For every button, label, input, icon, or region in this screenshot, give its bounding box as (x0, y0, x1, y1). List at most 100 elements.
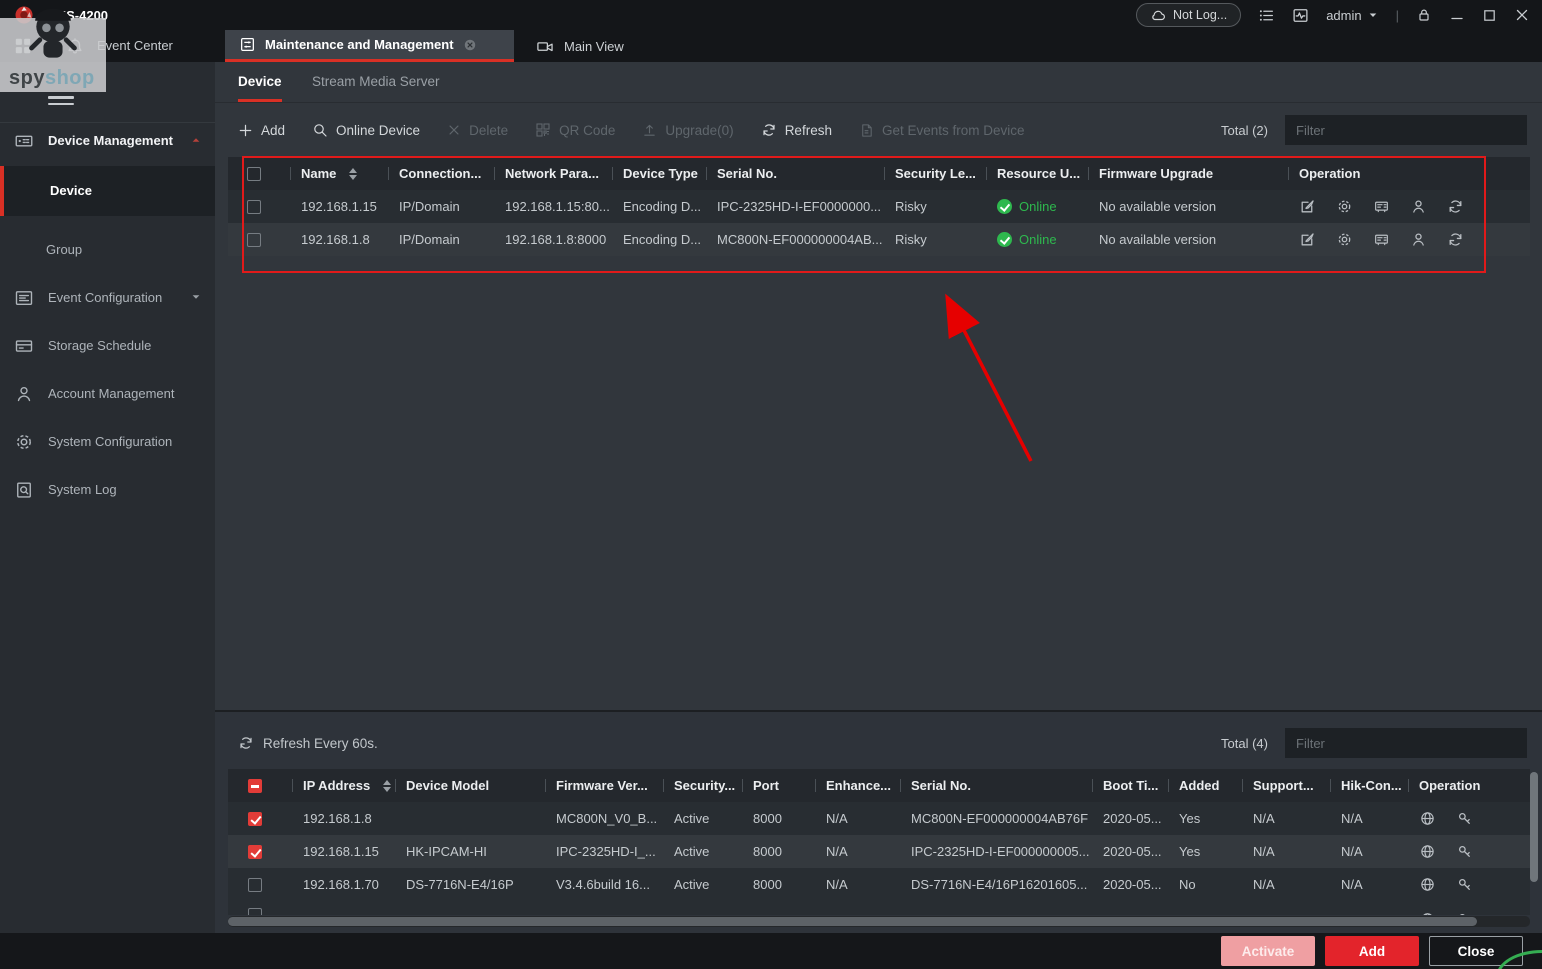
close-tab-icon[interactable] (463, 38, 477, 52)
activate-button[interactable]: Activate (1221, 936, 1315, 966)
col-network[interactable]: Network Para... (494, 157, 612, 190)
close-button[interactable]: Close (1429, 936, 1523, 966)
status-monitor-icon[interactable] (1292, 7, 1309, 24)
online-firmware: MC800N_V0_B... (545, 802, 663, 835)
reset-password-key-icon[interactable] (1456, 843, 1473, 860)
online-row-2[interactable]: 192.168.1.15 HK-IPCAM-HI IPC-2325HD-I_..… (228, 835, 1530, 868)
online-row-1[interactable]: 192.168.1.8 MC800N_V0_B... Active 8000 N… (228, 802, 1530, 835)
col-resource[interactable]: Resource U... (986, 157, 1088, 190)
edit-icon[interactable] (1299, 198, 1316, 215)
sidebar-item-system-log[interactable]: System Log (0, 472, 215, 508)
row-checkbox[interactable] (247, 233, 261, 247)
col-serial[interactable]: Serial No. (706, 157, 884, 190)
row-checkbox[interactable] (247, 200, 261, 214)
col-ip-address[interactable]: IP Address (292, 769, 395, 802)
col-boot-time[interactable]: Boot Ti... (1092, 769, 1168, 802)
col-enhanced[interactable]: Enhance... (815, 769, 900, 802)
row-checkbox[interactable] (248, 908, 262, 915)
col-firmware[interactable]: Firmware Upgrade (1088, 157, 1288, 190)
sort-arrows-icon[interactable] (349, 168, 357, 180)
tab-main-view[interactable]: Main View (522, 30, 638, 62)
online-check-icon (997, 199, 1012, 214)
device-filter-input[interactable] (1285, 115, 1527, 145)
device-network: 192.168.1.15:80... (494, 190, 612, 223)
sidebar-item-device[interactable]: Device (0, 166, 215, 216)
horizontal-scrollbar-thumb[interactable] (228, 917, 1477, 926)
sidebar-item-device-management[interactable]: Device Management (0, 122, 215, 158)
col-security[interactable]: Security... (663, 769, 742, 802)
col-added[interactable]: Added (1168, 769, 1242, 802)
add-button[interactable]: Add (238, 123, 285, 138)
minimize-button[interactable] (1449, 7, 1465, 23)
delete-button[interactable]: Delete (447, 123, 508, 138)
col-name[interactable]: Name (290, 157, 388, 190)
device-row-2[interactable]: 192.168.1.8 IP/Domain 192.168.1.8:8000 E… (228, 223, 1530, 256)
select-all-checkbox[interactable] (247, 167, 261, 181)
online-ip: 192.168.1.15 (292, 835, 395, 868)
not-logged-button[interactable]: Not Log... (1136, 3, 1241, 27)
sort-arrows-icon[interactable] (383, 780, 391, 792)
close-window-button[interactable] (1514, 7, 1530, 23)
upload-icon (642, 123, 657, 138)
device-row-1[interactable]: 192.168.1.15 IP/Domain 192.168.1.15:80..… (228, 190, 1530, 223)
tab-maintenance-and-management[interactable]: Maintenance and Management (225, 30, 514, 62)
select-all-checkbox[interactable] (248, 779, 262, 793)
user-management-icon[interactable] (1410, 231, 1427, 248)
refresh-button[interactable]: Refresh (761, 122, 832, 138)
col-firmware-version[interactable]: Firmware Ver... (545, 769, 663, 802)
row-checkbox[interactable] (248, 845, 262, 859)
edit-icon[interactable] (1299, 231, 1316, 248)
row-checkbox[interactable] (248, 878, 262, 892)
col-security[interactable]: Security Le... (884, 157, 986, 190)
remote-config-icon[interactable] (1373, 231, 1390, 248)
sync-icon[interactable] (1447, 198, 1464, 215)
alarm-bell-icon[interactable] (66, 37, 84, 55)
add-device-button[interactable]: Add (1325, 936, 1419, 966)
col-serial[interactable]: Serial No. (900, 769, 1092, 802)
user-menu[interactable]: admin (1326, 8, 1378, 23)
online-device-button[interactable]: Online Device (312, 122, 420, 138)
chevron-down-icon (1367, 9, 1379, 21)
sidebar-item-account-management[interactable]: Account Management (0, 376, 215, 412)
event-center-label[interactable]: Event Center (97, 30, 173, 62)
task-list-icon[interactable] (1258, 7, 1275, 24)
col-device-model[interactable]: Device Model (395, 769, 545, 802)
upgrade-button[interactable]: Upgrade(0) (642, 123, 733, 138)
sync-icon[interactable] (1447, 231, 1464, 248)
device-name: 192.168.1.8 (290, 223, 388, 256)
online-row-3[interactable]: 192.168.1.70 DS-7716N-E4/16P V3.4.6build… (228, 868, 1530, 901)
sidebar-item-storage-schedule[interactable]: Storage Schedule (0, 328, 215, 364)
remote-config-icon[interactable] (1373, 198, 1390, 215)
sidebar-item-system-configuration[interactable]: System Configuration (0, 424, 215, 460)
row-checkbox[interactable] (248, 812, 262, 826)
get-events-button[interactable]: Get Events from Device (859, 123, 1025, 138)
subtab-device[interactable]: Device (238, 62, 282, 102)
maximize-button[interactable] (1482, 8, 1497, 23)
online-row-partial[interactable] (228, 901, 1530, 915)
modules-grid-icon[interactable] (14, 37, 32, 55)
sidebar-item-group[interactable]: Group (0, 232, 215, 268)
col-port[interactable]: Port (742, 769, 815, 802)
web-browse-globe-icon[interactable] (1419, 911, 1436, 915)
vertical-scrollbar-thumb[interactable] (1530, 772, 1538, 882)
col-device-type[interactable]: Device Type (612, 157, 706, 190)
web-browse-globe-icon[interactable] (1419, 876, 1436, 893)
reset-password-key-icon[interactable] (1456, 876, 1473, 893)
settings-gear-icon[interactable] (1336, 231, 1353, 248)
auto-refresh-control[interactable]: Refresh Every 60s. (238, 735, 378, 751)
reset-password-key-icon[interactable] (1456, 911, 1473, 915)
col-support[interactable]: Support... (1242, 769, 1330, 802)
col-hik-connect[interactable]: Hik-Con... (1330, 769, 1408, 802)
web-browse-globe-icon[interactable] (1419, 810, 1436, 827)
online-added: Yes (1168, 802, 1242, 835)
lock-icon[interactable] (1416, 7, 1432, 23)
sidebar-item-event-configuration[interactable]: Event Configuration (0, 280, 215, 316)
reset-password-key-icon[interactable] (1456, 810, 1473, 827)
col-connection[interactable]: Connection... (388, 157, 494, 190)
user-management-icon[interactable] (1410, 198, 1427, 215)
settings-gear-icon[interactable] (1336, 198, 1353, 215)
subtab-stream-media-server[interactable]: Stream Media Server (312, 62, 440, 102)
web-browse-globe-icon[interactable] (1419, 843, 1436, 860)
online-filter-input[interactable] (1285, 728, 1527, 758)
qr-code-button[interactable]: QR Code (535, 122, 615, 138)
